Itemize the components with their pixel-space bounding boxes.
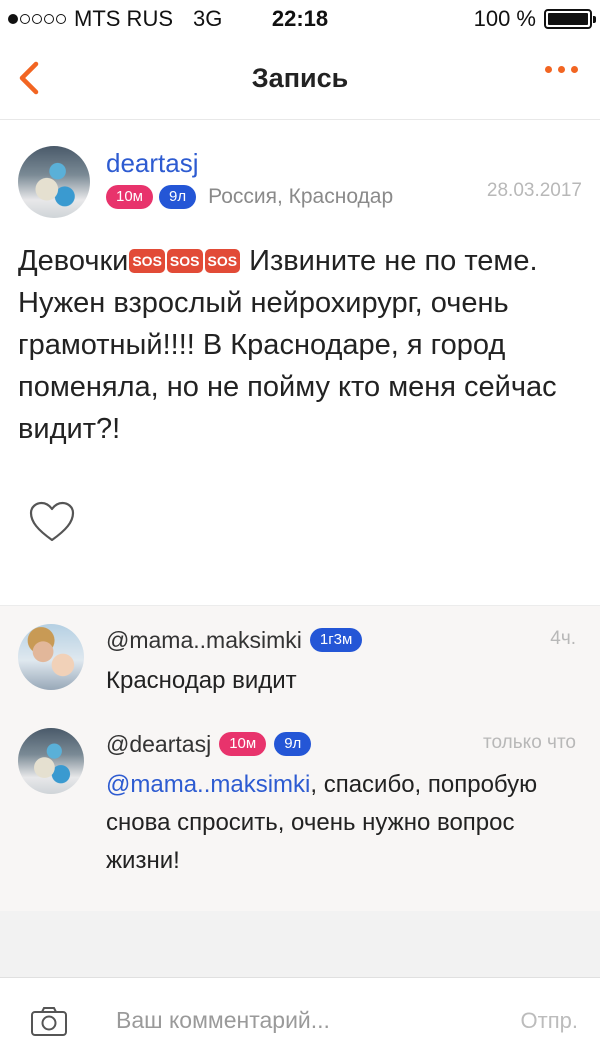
- page-title: Запись: [251, 63, 349, 93]
- post-text-start: Девочки: [18, 245, 129, 277]
- battery-icon: [544, 9, 596, 29]
- avatar[interactable]: [18, 624, 84, 690]
- carrier-info: MTS RUS 3G: [8, 6, 222, 32]
- comment-text-body: Краснодар видит: [106, 667, 297, 694]
- spacer: [0, 911, 600, 977]
- status-bar: MTS RUS 3G 22:18 100 %: [0, 0, 600, 38]
- comment-item: @mama..maksimki 1г3м Краснодар видит 4ч.: [0, 624, 600, 700]
- more-dots-icon[interactable]: [545, 66, 578, 73]
- comment-composer: Ваш комментарий... Отпр.: [0, 977, 600, 1063]
- comment-item: @deartasj 10м 9л @mama..maksimki, спасиб…: [0, 728, 600, 880]
- sos-emoji: SOS: [129, 249, 165, 273]
- comment-text: @mama..maksimki, спасибо, попробую снова…: [106, 766, 582, 880]
- battery-percent: 100 %: [473, 6, 536, 31]
- battery-level: [548, 13, 588, 25]
- child-age-badge: 9л: [274, 732, 312, 756]
- avatar[interactable]: [18, 728, 84, 794]
- comment-text: Краснодар видит: [106, 662, 582, 700]
- child-age-badge: 9л: [159, 185, 197, 209]
- signal-strength-icon: [8, 14, 66, 24]
- heart-icon[interactable]: [28, 500, 76, 544]
- post-author[interactable]: deartasj: [106, 148, 582, 179]
- avatar[interactable]: [18, 146, 90, 218]
- child-age-badge: 10м: [219, 732, 267, 756]
- send-button[interactable]: Отпр.: [521, 1008, 578, 1034]
- nav-bar: Запись: [0, 38, 600, 120]
- sos-emoji: SOS: [166, 249, 203, 273]
- comment-input[interactable]: Ваш комментарий...: [116, 1007, 521, 1034]
- child-age-badge: 10м: [106, 185, 153, 209]
- post-location: Россия, Краснодар: [208, 185, 394, 208]
- network-type: 3G: [193, 6, 223, 31]
- carrier-name: MTS RUS: [74, 6, 173, 31]
- comment-time: 4ч.: [550, 628, 576, 649]
- comment-author[interactable]: @mama..maksimki: [106, 627, 302, 654]
- camera-icon[interactable]: [30, 1005, 68, 1037]
- post: deartasj 10м 9л Россия, Краснодар 28.03.…: [0, 120, 600, 605]
- post-date: 28.03.2017: [486, 180, 582, 201]
- comment-mention[interactable]: @mama..maksimki: [106, 771, 310, 798]
- post-text: Девочки SOS SOS SOS Извините не по теме. Ну…: [18, 240, 582, 450]
- sos-emoji: SOS: [204, 249, 241, 273]
- child-age-badge: 1г3м: [309, 628, 363, 652]
- comment-author[interactable]: @deartasj: [106, 731, 211, 758]
- comment-time: только что: [483, 732, 576, 753]
- comments-section: @mama..maksimki 1г3м Краснодар видит 4ч.…: [0, 605, 600, 911]
- chevron-left-icon[interactable]: [10, 58, 50, 98]
